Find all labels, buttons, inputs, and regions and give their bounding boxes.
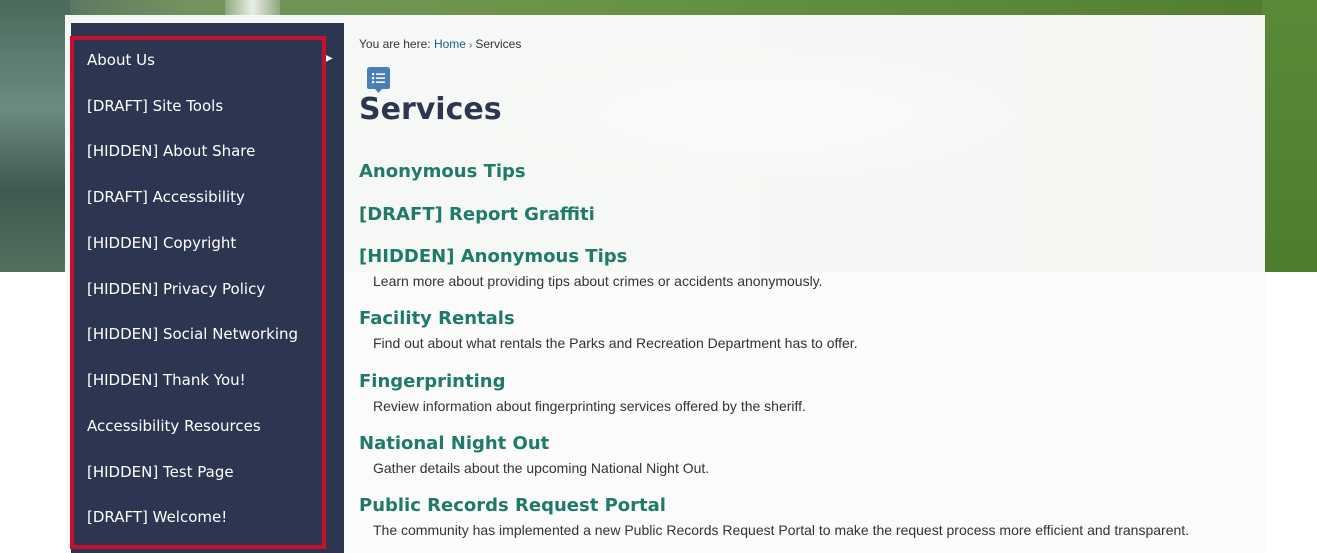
sidebar-item-about-us[interactable]: About Us [87,49,155,71]
service-link-hidden-anonymous-tips[interactable]: [HIDDEN] Anonymous Tips [359,245,627,269]
sidebar-item-thank-you[interactable]: [HIDDEN] Thank You! [87,369,246,391]
page-title: Services [359,92,502,127]
service-desc-fingerprinting: Review information about fingerprinting … [373,398,806,414]
breadcrumb-home-link[interactable]: Home [434,37,466,51]
sidebar-item-privacy-policy[interactable]: [HIDDEN] Privacy Policy [87,278,265,300]
service-link-fingerprinting[interactable]: Fingerprinting [359,370,505,394]
service-link-national-night-out[interactable]: National Night Out [359,432,549,456]
breadcrumb: You are here: Home › Services [359,37,521,51]
banner-fountain [225,0,280,16]
breadcrumb-prefix: You are here: [359,37,431,51]
breadcrumb-separator: › [468,40,473,51]
sidebar-item-about-share[interactable]: [HIDDEN] About Share [87,140,255,162]
service-link-anonymous-tips[interactable]: Anonymous Tips [359,160,526,184]
service-desc-hidden-anonymous-tips: Learn more about providing tips about cr… [373,273,823,289]
sidebar-item-test-page[interactable]: [HIDDEN] Test Page [87,461,234,483]
service-desc-national-night-out: Gather details about the upcoming Nation… [373,460,710,476]
sidebar-item-accessibility[interactable]: [DRAFT] Accessibility [87,186,245,208]
sidebar-item-copyright[interactable]: [HIDDEN] Copyright [87,232,236,254]
sidebar-item-welcome[interactable]: [DRAFT] Welcome! [87,506,227,528]
service-link-facility-rentals[interactable]: Facility Rentals [359,307,515,331]
service-desc-public-records-portal: The community has implemented a new Publ… [373,522,1190,538]
triangle-right-icon[interactable]: ▶ [325,52,333,66]
service-link-public-records-portal[interactable]: Public Records Request Portal [359,494,666,518]
banner-water [0,0,70,272]
banner-lawn [1262,0,1317,272]
service-desc-facility-rentals: Find out about what rentals the Parks an… [373,335,858,351]
breadcrumb-current: Services [475,37,522,51]
sidebar-item-social-networking[interactable]: [HIDDEN] Social Networking [87,323,298,345]
service-link-report-graffiti[interactable]: [DRAFT] Report Graffiti [359,203,595,227]
sidebar-item-accessibility-resources[interactable]: Accessibility Resources [87,415,261,437]
sidebar-item-site-tools[interactable]: [DRAFT] Site Tools [87,95,223,117]
